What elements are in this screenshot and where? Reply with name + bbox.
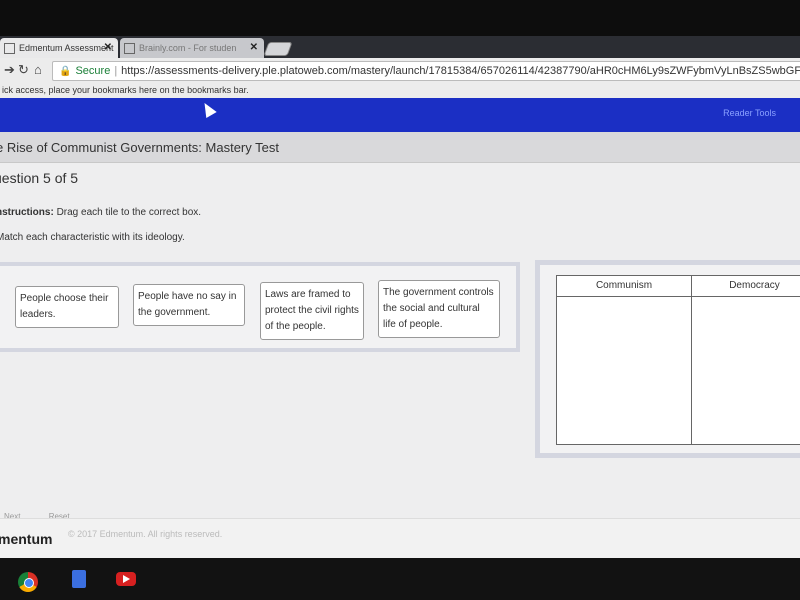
drop-table: Communism Democracy	[556, 275, 800, 445]
instructions-label: nstructions:	[0, 207, 54, 218]
page-title: e Rise of Communist Governments: Mastery…	[0, 140, 279, 155]
close-icon[interactable]: ✕	[250, 38, 258, 58]
brand-logo: mentum	[0, 531, 53, 547]
drag-tile[interactable]: Laws are framed to protect the civil rig…	[260, 282, 364, 340]
drop-zone-panel: Communism Democracy	[535, 260, 800, 458]
site-header: Reader Tools	[0, 98, 800, 132]
drop-column-democracy[interactable]: Democracy	[692, 276, 800, 444]
drag-tile[interactable]: People choose their leaders.	[15, 286, 119, 328]
tab-edmentum[interactable]: Edmentum Assessment ✕	[0, 38, 118, 58]
drop-column-communism[interactable]: Communism	[557, 276, 692, 444]
lock-icon: 🔒	[59, 66, 72, 77]
question-prompt: Match each characteristic with its ideol…	[0, 232, 185, 243]
secure-label: Secure	[75, 65, 111, 77]
reload-icon[interactable]: ↻	[18, 62, 29, 78]
close-icon[interactable]: ✕	[104, 38, 112, 58]
home-icon[interactable]: ⌂	[34, 62, 42, 78]
page-footer: mentum © 2017 Edmentum. All rights reser…	[0, 518, 800, 559]
column-header: Communism	[557, 276, 691, 297]
question-number: uestion 5 of 5	[0, 170, 79, 186]
browser-toolbar: ➔ ↻ ⌂ 🔒 Secure | https://assessments-delive…	[0, 58, 800, 82]
chrome-icon[interactable]	[18, 572, 38, 592]
drag-tile[interactable]: People have no say in the government.	[133, 284, 245, 326]
tab-label: Edmentum Assessment	[19, 43, 114, 53]
youtube-icon[interactable]	[116, 572, 136, 586]
instructions-text: Drag each tile to the correct box.	[56, 207, 202, 218]
bookmarks-bar: ick access, place your bookmarks here on…	[0, 82, 800, 98]
favicon-icon	[4, 43, 15, 55]
tile-bank: People choose their leaders. People have…	[0, 262, 520, 352]
instructions: nstructions: Drag each tile to the corre…	[0, 207, 201, 218]
copyright: © 2017 Edmentum. All rights reserved.	[68, 529, 223, 539]
url-text: https://assessments-delivery.ple.platowe…	[121, 65, 800, 77]
os-taskbar	[0, 558, 800, 600]
column-header: Democracy	[692, 276, 800, 297]
drag-tile[interactable]: The government controls the social and c…	[378, 280, 500, 338]
tab-brainly[interactable]: Brainly.com - For studen ✕	[120, 38, 264, 58]
test-title-bar: e Rise of Communist Governments: Mastery…	[0, 132, 800, 163]
address-bar[interactable]: 🔒 Secure | https://assessments-delivery.ple…	[52, 61, 800, 81]
screen-bezel	[0, 0, 800, 38]
address-separator: |	[114, 65, 118, 77]
tab-label: Brainly.com - For studen	[139, 43, 237, 53]
new-tab-button[interactable]	[263, 42, 293, 56]
forward-icon[interactable]: ➔	[4, 62, 15, 78]
test-page: e Rise of Communist Governments: Mastery…	[0, 132, 800, 538]
docs-icon[interactable]	[72, 570, 86, 588]
favicon-icon	[124, 43, 135, 55]
browser-tabstrip: Edmentum Assessment ✕ Brainly.com - For …	[0, 36, 800, 58]
reader-tools-button[interactable]: Reader Tools	[723, 108, 776, 118]
